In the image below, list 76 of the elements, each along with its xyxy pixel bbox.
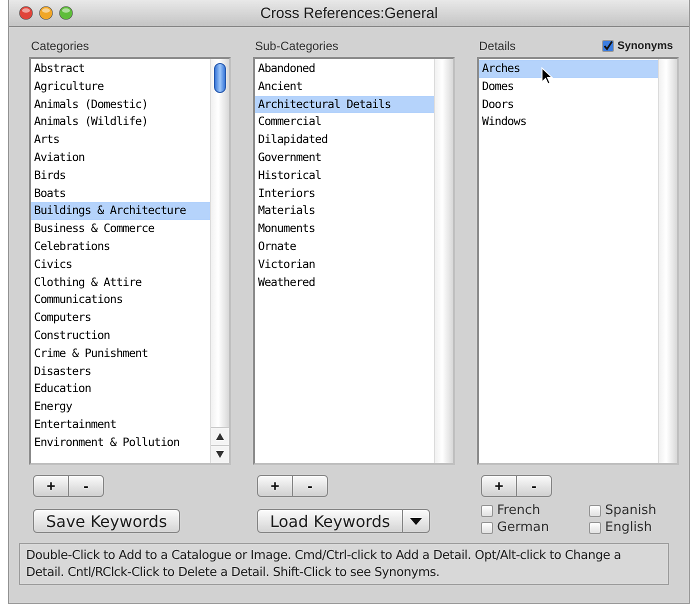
list-item[interactable]: Materials <box>255 202 434 220</box>
list-item[interactable]: Weathered <box>255 274 434 292</box>
scrollbar[interactable] <box>434 59 453 463</box>
list-item[interactable]: Doors <box>479 96 658 114</box>
list-item[interactable]: Interiors <box>255 184 434 202</box>
synonyms-checkbox[interactable] <box>602 40 614 52</box>
caret-icon <box>410 518 422 524</box>
scrollbar[interactable] <box>210 59 229 463</box>
list-item[interactable]: Energy <box>31 398 210 416</box>
list-item[interactable]: Historical <box>255 166 434 185</box>
list-item[interactable]: Animals (Domestic) <box>31 96 210 114</box>
list-item[interactable]: Construction <box>31 326 210 345</box>
column-heading: Categories <box>31 39 90 53</box>
list-item[interactable]: Abandoned <box>255 60 434 78</box>
list-item[interactable]: Commercial <box>255 113 434 132</box>
language-checkbox[interactable] <box>481 504 493 516</box>
pointer-icon <box>541 67 553 85</box>
checkbox-label: Synonyms <box>617 40 673 52</box>
load-keywords-button[interactable]: Load Keywords <box>257 509 404 533</box>
scroll-thumb[interactable] <box>214 63 226 93</box>
list-item[interactable]: Arches <box>479 60 658 78</box>
dropdown-button[interactable] <box>402 509 430 533</box>
list-item[interactable]: Buildings & Architecture <box>31 202 210 220</box>
language-checkbox[interactable] <box>589 504 601 516</box>
list-item[interactable]: Education <box>31 380 210 398</box>
window-control-icon[interactable] <box>59 6 73 20</box>
list-item[interactable]: Clothing & Attire <box>31 274 210 292</box>
list-item[interactable]: Dilapidated <box>255 131 434 149</box>
list-item[interactable]: Celebrations <box>31 238 210 256</box>
add-button[interactable]: + <box>481 475 517 497</box>
list-item[interactable]: Arts <box>31 131 210 149</box>
list-item[interactable]: Government <box>255 148 434 167</box>
language-checkbox[interactable] <box>589 522 601 534</box>
scrollbar[interactable] <box>658 59 677 463</box>
help-text: Double-Click to Add to a Catalogue or Image. Cmd/Ctrl-click to Add a Detail. Opt/Alt-click to Change a Detail. Cntl/RClck-Click to Delete a Detail. Shift-Click to see Synonyms. <box>19 543 669 585</box>
list-item[interactable]: Ornate <box>255 238 434 256</box>
checkbox-label: German <box>497 520 550 535</box>
window-control-icon[interactable] <box>19 6 33 20</box>
list-item[interactable]: Disasters <box>31 362 210 380</box>
scroll-up-button[interactable] <box>211 427 229 445</box>
list-item[interactable]: Environment & Pollution <box>31 434 210 452</box>
remove-button[interactable]: - <box>516 475 552 497</box>
list-item[interactable]: Domes <box>479 78 658 96</box>
list-item[interactable]: Computers <box>31 309 210 327</box>
window-control-icon[interactable] <box>39 6 53 20</box>
list-item[interactable]: Communications <box>31 291 210 310</box>
list-item[interactable]: Entertainment <box>31 416 210 434</box>
column-heading: Sub-Categories <box>255 39 338 53</box>
scroll-down-button[interactable] <box>211 445 229 463</box>
window-title: Cross References:General <box>260 4 438 22</box>
list-item[interactable]: Windows <box>479 113 658 132</box>
list-item[interactable]: Ancient <box>255 78 434 96</box>
list-item[interactable]: Animals (Wildlife) <box>31 113 210 132</box>
add-button[interactable]: + <box>257 475 293 497</box>
list-item[interactable]: Boats <box>31 184 210 202</box>
add-button[interactable]: + <box>33 475 69 497</box>
list-item[interactable]: Victorian <box>255 256 434 274</box>
language-checkbox[interactable] <box>481 522 493 534</box>
list-item[interactable]: Aviation <box>31 148 210 167</box>
list-item[interactable]: Civics <box>31 256 210 274</box>
list-item[interactable]: Birds <box>31 166 210 185</box>
column-heading: Details <box>479 39 516 53</box>
list-item[interactable]: Business & Commerce <box>31 220 210 238</box>
list-item[interactable]: Crime & Punishment <box>31 344 210 363</box>
list-item[interactable]: Architectural Details <box>255 96 434 114</box>
up-arrow-icon <box>216 433 224 440</box>
list-item[interactable]: Agriculture <box>31 78 210 96</box>
checkbox-label: French <box>497 503 540 518</box>
checkbox-label: Spanish <box>605 503 656 518</box>
save-keywords-button[interactable]: Save Keywords <box>33 509 180 533</box>
down-arrow-icon <box>216 451 224 458</box>
list-item[interactable]: Abstract <box>31 60 210 78</box>
remove-button[interactable]: - <box>68 475 104 497</box>
checkbox-label: English <box>605 520 652 535</box>
list-item[interactable]: Monuments <box>255 220 434 238</box>
remove-button[interactable]: - <box>292 475 328 497</box>
